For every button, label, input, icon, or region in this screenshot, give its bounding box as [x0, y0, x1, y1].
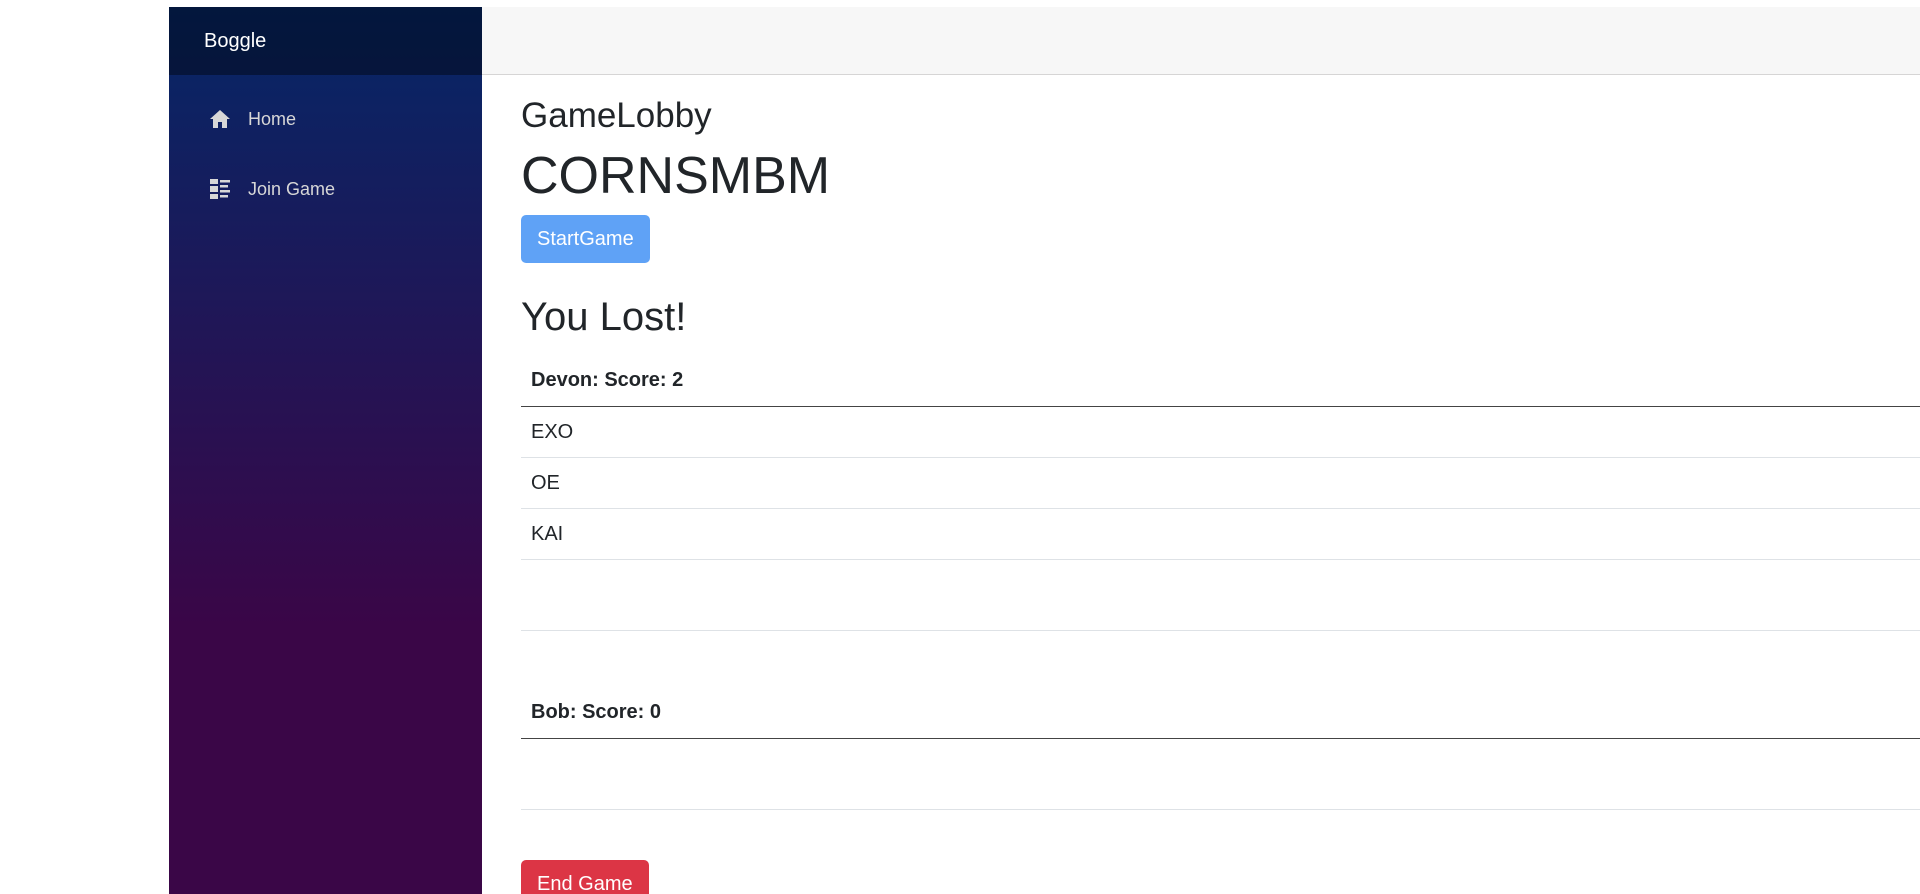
game-result: You Lost!: [521, 295, 687, 339]
end-game-button[interactable]: End Game: [521, 860, 649, 894]
word-row: OE: [521, 458, 1920, 509]
page-content: GameLobby CORNSMBM StartGame You Lost! D…: [482, 75, 1920, 894]
list-icon: [208, 177, 232, 201]
player-header: Bob: Score: 0: [521, 687, 1920, 739]
player-table-devon: Devon: Score: 2 EXO OE KAI: [521, 355, 1920, 631]
page-title: GameLobby: [521, 96, 712, 135]
sidebar-item-label: Home: [248, 108, 297, 129]
brand-link[interactable]: Boggle: [204, 30, 266, 53]
home-icon: [208, 107, 232, 131]
sidebar-item-home[interactable]: Home: [169, 93, 482, 145]
board-code: CORNSMBM: [521, 147, 831, 205]
main-area: GameLobby CORNSMBM StartGame You Lost! D…: [482, 7, 1920, 894]
brand-bar: Boggle: [169, 7, 482, 75]
sidebar: Boggle Home Join Game: [169, 7, 482, 894]
player-table-bob: Bob: Score: 0: [521, 687, 1920, 810]
top-row: [482, 7, 1920, 75]
word-row: KAI: [521, 509, 1920, 560]
player-header: Devon: Score: 2: [521, 355, 1920, 407]
word-row: EXO: [521, 407, 1920, 458]
sidebar-item-label: Join Game: [248, 178, 336, 199]
sidebar-item-join-game[interactable]: Join Game: [169, 163, 482, 215]
app-frame: Boggle Home Join Game GameLobby CORNSMBM…: [169, 7, 1920, 894]
empty-row: [521, 739, 1920, 810]
empty-row: [521, 560, 1920, 631]
start-game-button[interactable]: StartGame: [521, 215, 650, 263]
nav-menu: Home Join Game: [169, 75, 482, 215]
